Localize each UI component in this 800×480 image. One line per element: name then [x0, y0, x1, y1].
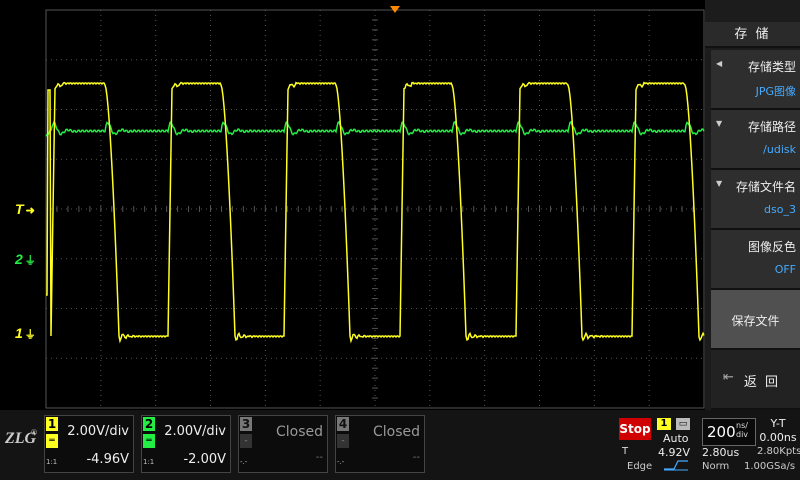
run-stop-indicator[interactable]: Stop: [619, 418, 651, 440]
volts-per-div: 2.00V/div: [164, 424, 226, 439]
dc-coupling-icon: ═: [46, 434, 58, 448]
probe-ratio: 1:1: [46, 458, 58, 466]
brand-logo: ZLG ®: [5, 428, 37, 447]
menu-item-label: 存储路径: [747, 120, 796, 134]
menu-item-storage-path[interactable]: ▼ 存储路径 /udisk: [711, 110, 800, 170]
coupling-icon: -: [240, 434, 252, 448]
trigger-level: 4.92V: [658, 446, 691, 459]
menu-item-value: /udisk: [763, 143, 796, 156]
channel-number: 1: [46, 417, 58, 431]
timebase-unit-top: ns/: [736, 421, 748, 430]
acquisition-mode: Norm: [702, 461, 730, 472]
timebase-unit-bottom: div: [736, 430, 749, 439]
ch1-marker-label: 1: [15, 325, 23, 341]
probe-ratio: -.-: [240, 458, 248, 466]
menu-item-label: 存储类型: [747, 60, 796, 74]
dc-coupling-icon: ═: [143, 434, 155, 448]
trigger-coupling-icon: ▭: [676, 418, 690, 430]
menu-title: 存 储: [705, 22, 800, 48]
probe-ratio: -.-: [337, 458, 345, 466]
channel-status: Closed: [275, 424, 323, 440]
timebase-unit: ns/div: [736, 421, 748, 439]
trigger-marker-label: T: [15, 201, 24, 217]
menu-item-label: 图像反色: [747, 240, 796, 254]
probe-ratio: 1:1: [143, 458, 155, 466]
menu-item-value: JPG图像: [755, 85, 796, 98]
scope-display: [0, 0, 800, 480]
sample-rate: 1.00GSa/s: [744, 461, 796, 472]
save-file-button[interactable]: 保存文件: [711, 290, 800, 350]
channel-offset: -2.00V: [183, 452, 226, 467]
channel-2-ground-marker[interactable]: 2 ⏚: [15, 251, 36, 268]
channel-number: 4: [337, 417, 349, 431]
volts-per-div: 2.00V/div: [67, 424, 129, 439]
channel-offset: --: [315, 452, 323, 463]
horizontal-offset: 0.00ns: [759, 431, 797, 444]
trigger-level-marker[interactable]: T ➜: [15, 201, 35, 217]
trigger-source: 1: [657, 418, 671, 430]
menu-item-value: OFF: [774, 263, 796, 276]
coupling-icon: -: [337, 434, 349, 448]
back-button[interactable]: ⇤ 返 回: [711, 350, 800, 410]
trigger-label: T: [622, 446, 629, 457]
channel-1-ground-marker[interactable]: 1 ⏚: [15, 325, 36, 342]
channel-3-panel[interactable]: 3 - -.- Closed --: [238, 415, 328, 473]
menu-item-file-name[interactable]: ▼ 存储文件名 dso_3: [711, 170, 800, 230]
channel-number: 3: [240, 417, 252, 431]
timebase-value: 200: [707, 423, 736, 441]
menu-item-invert-image[interactable]: 图像反色 OFF: [711, 230, 800, 290]
horizontal-position: 2.80us: [702, 446, 740, 459]
display-mode: Y-T: [770, 417, 786, 430]
rising-edge-icon: [664, 460, 688, 471]
trigger-mode[interactable]: Auto: [663, 432, 689, 445]
channel-4-panel[interactable]: 4 - -.- Closed --: [335, 415, 425, 473]
channel-offset: -4.96V: [86, 452, 129, 467]
menu-item-label: 保存文件: [731, 314, 780, 328]
storage-menu: 存 储 ◀ 存储类型 JPG图像 ▼ 存储路径 /udisk ▼ 存储文件名 d…: [705, 0, 800, 410]
channel-number: 2: [143, 417, 155, 431]
channel-status: Closed: [372, 424, 420, 440]
menu-item-label: 存储文件名: [735, 180, 796, 194]
menu-item-storage-type[interactable]: ◀ 存储类型 JPG图像: [711, 50, 800, 110]
channel-1-panel[interactable]: 1 ═ 1:1 2.00V/div -4.96V: [44, 415, 134, 473]
timebase-control[interactable]: 200 ns/div: [702, 418, 756, 446]
trigger-type[interactable]: Edge: [627, 461, 652, 472]
menu-item-label: 返 回: [743, 375, 781, 390]
channel-2-panel[interactable]: 2 ═ 1:1 2.00V/div -2.00V: [141, 415, 231, 473]
memory-depth: 2.80Kpts: [757, 446, 800, 457]
ch2-marker-label: 2: [15, 251, 23, 267]
menu-item-value: dso_3: [764, 203, 796, 216]
channel-offset: --: [412, 452, 420, 463]
